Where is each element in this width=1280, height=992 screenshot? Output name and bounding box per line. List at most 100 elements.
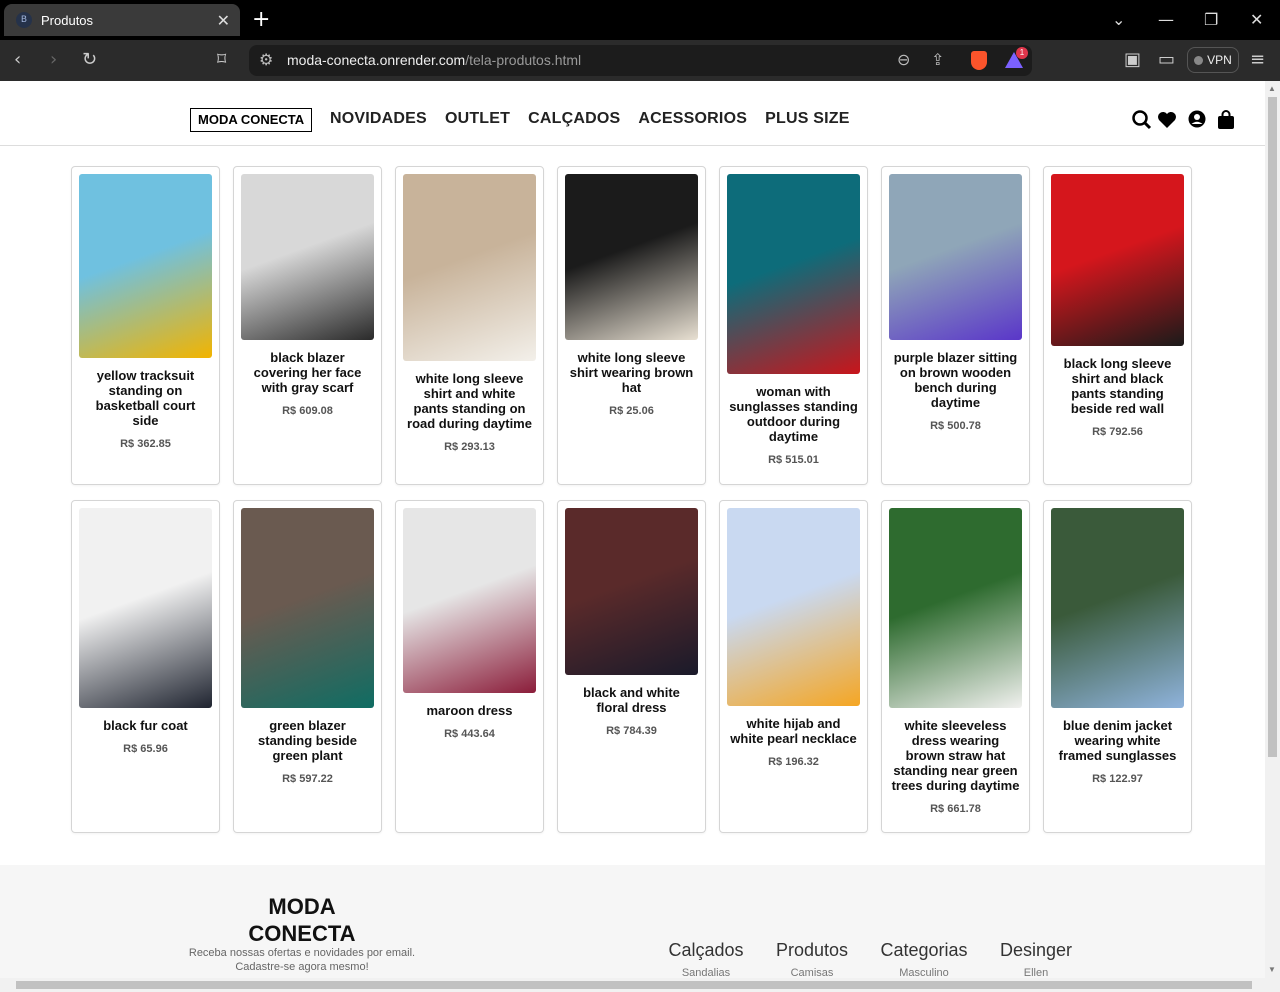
product-title[interactable]: black blazer covering her face with gray… [241,350,374,395]
product-image[interactable] [727,508,860,706]
footer-col-link[interactable]: Ellen [996,967,1076,978]
product-card[interactable]: white long sleeve shirt wearing brown ha… [557,166,706,485]
product-card[interactable]: white hijab and white pearl necklace R$ 1… [719,500,868,833]
product-card[interactable]: white long sleeve shirt and white pants … [395,166,544,485]
product-card[interactable]: black long sleeve shirt and black pants … [1043,166,1192,485]
site-info-icon[interactable]: ⚙ [259,50,273,69]
footer-col-link[interactable]: Camisas [772,967,852,978]
footer-col-title[interactable]: Desinger [996,940,1076,961]
vpn-button[interactable]: VPN [1187,47,1239,73]
footer-col-title[interactable]: Produtos [772,940,852,961]
forward-icon[interactable]: › [50,49,57,70]
footer-col-title[interactable]: Categorias [876,940,972,961]
new-tab-icon[interactable]: + [252,8,270,32]
product-card[interactable]: blue denim jacket wearing white framed s… [1043,500,1192,833]
product-title[interactable]: green blazer standing beside green plant [241,718,374,763]
product-card[interactable]: white sleeveless dress wearing brown str… [881,500,1030,833]
product-image[interactable] [79,174,212,358]
product-title[interactable]: white long sleeve shirt and white pants … [403,371,536,431]
product-card[interactable]: black fur coat R$ 65.96 [71,500,220,833]
product-title[interactable]: white sleeveless dress wearing brown str… [889,718,1022,793]
product-title[interactable]: woman with sunglasses standing outdoor d… [727,384,860,444]
minimize-icon[interactable]: — [1158,10,1174,29]
product-price: R$ 25.06 [609,405,654,417]
vertical-scrollbar[interactable]: ▲ ▼ [1265,81,1280,978]
wallet-icon[interactable]: ▭ [1158,49,1175,70]
product-card[interactable]: yellow tracksuit standing on basketball … [71,166,220,485]
product-card[interactable]: maroon dress R$ 443.64 [395,500,544,833]
product-title[interactable]: black fur coat [79,718,212,733]
vpn-status-icon [1194,55,1204,65]
product-image[interactable] [241,508,374,708]
back-icon[interactable]: ‹ [14,49,21,70]
vpn-label: VPN [1207,53,1232,67]
product-card[interactable]: green blazer standing beside green plant… [233,500,382,833]
product-price: R$ 122.97 [1092,773,1143,785]
menu-icon[interactable]: ≡ [1250,49,1265,70]
vertical-scroll-thumb[interactable] [1268,97,1277,757]
product-card[interactable]: black and white floral dress R$ 784.39 [557,500,706,833]
user-account-icon[interactable] [1186,109,1208,131]
product-title[interactable]: black long sleeve shirt and black pants … [1051,356,1184,416]
search-icon[interactable] [1131,109,1153,131]
share-icon[interactable]: ⇪ [931,50,944,69]
horizontal-scroll-thumb[interactable] [16,981,1252,989]
zoom-icon[interactable]: ⊖ [897,50,910,69]
close-tab-icon[interactable]: ✕ [217,11,230,30]
brave-shields-icon[interactable] [971,51,987,70]
product-card[interactable]: woman with sunglasses standing outdoor d… [719,166,868,485]
product-image[interactable] [889,508,1022,708]
product-image[interactable] [403,174,536,361]
product-image[interactable] [79,508,212,708]
product-title[interactable]: black and white floral dress [565,685,698,715]
scroll-up-icon[interactable]: ▲ [1268,84,1276,93]
heart-icon[interactable] [1156,109,1178,131]
rewards-badge: 1 [1016,47,1028,59]
site-logo[interactable]: MODA CONECTA [190,108,313,132]
horizontal-scrollbar[interactable] [0,978,1280,992]
reload-icon[interactable]: ↻ [82,49,97,70]
product-price: R$ 609.08 [282,405,333,417]
product-title[interactable]: purple blazer sitting on brown wooden be… [889,350,1022,410]
product-image[interactable] [241,174,374,340]
address-bar[interactable]: ⚙ moda-conecta.onrender.com/tela-produto… [249,45,1032,76]
product-title[interactable]: white long sleeve shirt wearing brown ha… [565,350,698,395]
product-price: R$ 515.01 [768,454,819,466]
footer-col-link[interactable]: Sandalias [666,967,746,978]
product-card[interactable]: purple blazer sitting on brown wooden be… [881,166,1030,485]
product-image[interactable] [727,174,860,374]
product-grid: yellow tracksuit standing on basketball … [71,166,1192,833]
url-text[interactable]: moda-conecta.onrender.com/tela-produtos.… [287,52,581,68]
footer-col-title[interactable]: Calçados [666,940,746,961]
nav-plus-size[interactable]: PLUS SIZE [765,110,849,128]
footer-brand: MODA CONECTA [248,894,356,946]
nav-calcados[interactable]: CALÇADOS [528,110,620,128]
product-price: R$ 443.64 [444,728,495,740]
bookmark-icon[interactable]: ⌑ [217,49,226,70]
product-price: R$ 65.96 [123,743,168,755]
product-title[interactable]: yellow tracksuit standing on basketball … [79,368,212,428]
product-image[interactable] [889,174,1022,340]
product-image[interactable] [1051,508,1184,708]
shopping-bag-icon[interactable] [1215,109,1237,131]
nav-outlet[interactable]: OUTLET [445,110,510,128]
scroll-down-icon[interactable]: ▼ [1268,965,1276,974]
restore-icon[interactable]: ❐ [1204,10,1218,29]
product-title[interactable]: maroon dress [403,703,536,718]
product-image[interactable] [1051,174,1184,346]
product-price: R$ 661.78 [930,803,981,815]
nav-novidades[interactable]: NOVIDADES [330,110,427,128]
product-title[interactable]: blue denim jacket wearing white framed s… [1051,718,1184,763]
tab-search-chevron-icon[interactable]: ⌄ [1112,10,1125,29]
product-image[interactable] [565,508,698,675]
close-window-icon[interactable]: ✕ [1250,10,1263,29]
product-price: R$ 784.39 [606,725,657,737]
browser-tab[interactable]: B Produtos ✕ [4,4,240,36]
product-image[interactable] [403,508,536,693]
product-card[interactable]: black blazer covering her face with gray… [233,166,382,485]
nav-acessorios[interactable]: ACESSORIOS [638,110,747,128]
product-title[interactable]: white hijab and white pearl necklace [727,716,860,746]
sidebar-icon[interactable]: ▣ [1124,49,1141,70]
footer-col-link[interactable]: Masculino [876,967,972,978]
product-image[interactable] [565,174,698,340]
